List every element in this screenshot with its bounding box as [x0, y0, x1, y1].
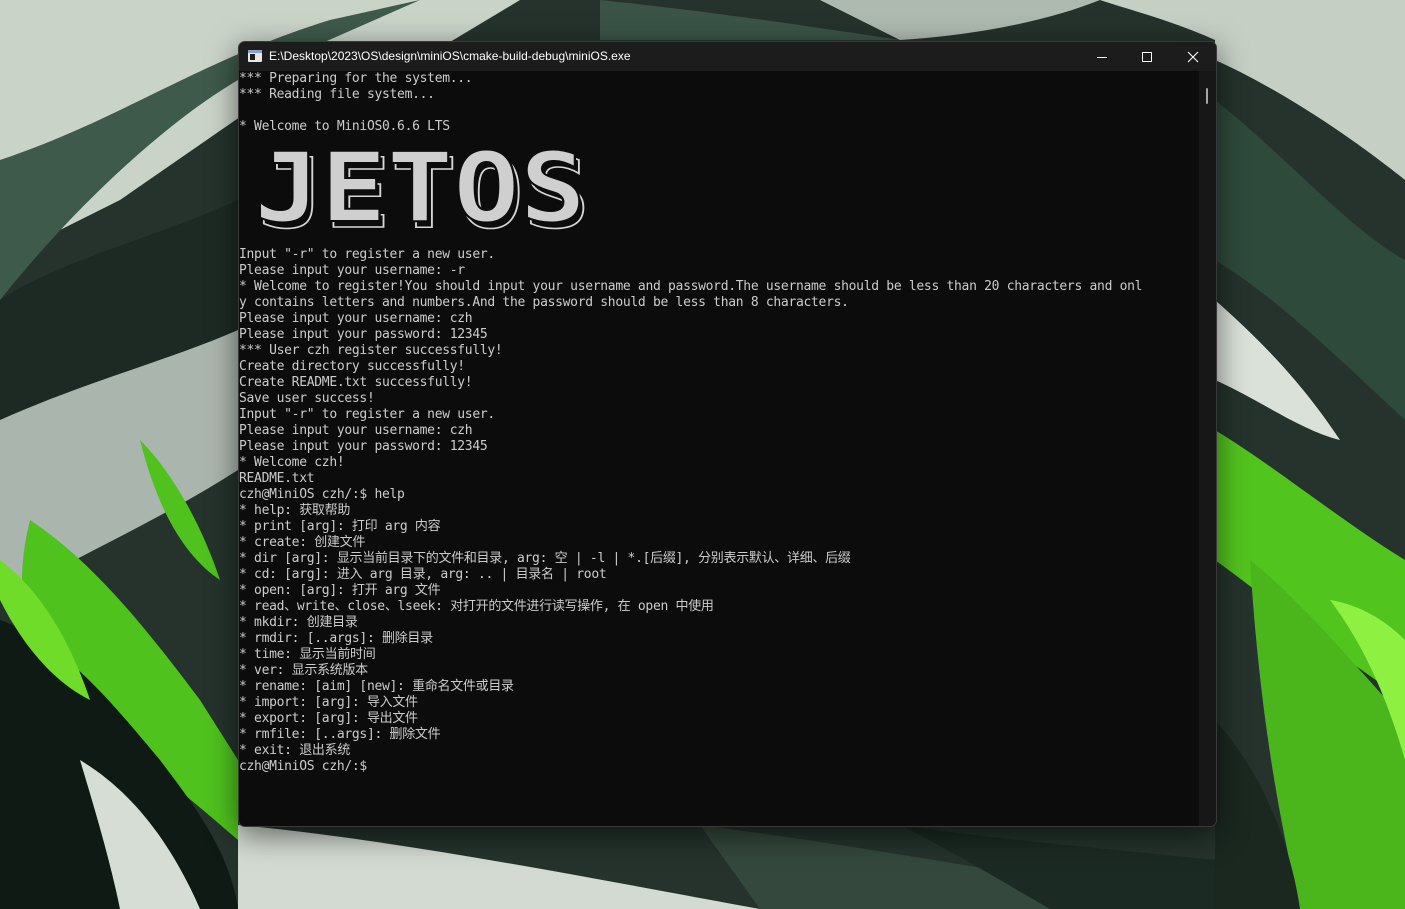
minimize-button[interactable]: [1079, 42, 1125, 71]
console-line: * ver: 显示系统版本: [239, 663, 368, 678]
console-line: * exit: 退出系统: [239, 743, 351, 758]
console-line: y contains letters and numbers.And the p…: [239, 295, 849, 310]
console-line: Please input your username: -r: [239, 263, 465, 278]
desktop: E:\Desktop\2023\OS\design\miniOS\cmake-b…: [0, 0, 1405, 909]
console-line: czh@MiniOS czh/:$ help: [239, 487, 405, 502]
console-line: * read、write、close、lseek: 对打开的文件进行读写操作, …: [239, 599, 714, 614]
console-line: * rmfile: [..args]: 删除文件: [239, 727, 441, 742]
console-line: Input "-r" to register a new user.: [239, 407, 495, 422]
console-line: * dir [arg]: 显示当前目录下的文件和目录, arg: 空 | -l …: [239, 551, 851, 566]
console-line: * Welcome to MiniOS0.6.6 LTS: [239, 119, 450, 134]
console-line: Create directory successfully!: [239, 359, 465, 374]
console-line: * help: 获取帮助: [239, 503, 351, 518]
console-session-lines: Input "-r" to register a new user. Please…: [239, 231, 1199, 775]
console-app-icon: [248, 50, 262, 62]
console-line: czh@MiniOS czh/:$: [239, 759, 367, 774]
console-line: Create README.txt successfully!: [239, 375, 473, 390]
window-title: E:\Desktop\2023\OS\design\miniOS\cmake-b…: [269, 49, 631, 63]
maximize-icon: [1142, 51, 1152, 62]
close-button[interactable]: [1170, 42, 1216, 71]
vertical-scrollbar[interactable]: [1199, 71, 1216, 826]
ascii-logo: JETOS JETOS: [254, 139, 591, 231]
console-line: * rename: [aim] [new]: 重命名文件或目录: [239, 679, 514, 694]
console-line: * time: 显示当前时间: [239, 647, 376, 662]
console-line: * import: [arg]: 导入文件: [239, 695, 418, 710]
console-line: Please input your username: czh: [239, 311, 473, 326]
console-line: * mkdir: 创建目录: [239, 615, 358, 630]
console-line: * cd: [arg]: 进入 arg 目录, arg: .. | 目录名 | …: [239, 567, 607, 582]
console-line: * rmdir: [..args]: 删除目录: [239, 631, 433, 646]
scrollbar-thumb[interactable]: [1206, 88, 1208, 104]
console-line: * print [arg]: 打印 arg 内容: [239, 519, 441, 534]
console-line: * create: 创建文件: [239, 535, 366, 550]
console-line: * Welcome to register!You should input y…: [239, 279, 1143, 294]
minimize-icon: [1097, 56, 1107, 58]
console-line: README.txt: [239, 471, 315, 486]
console-line: * export: [arg]: 导出文件: [239, 711, 418, 726]
console-line: Please input your username: czh: [239, 423, 473, 438]
console-line: Save user success!: [239, 391, 375, 406]
console-line: *** Reading file system...: [239, 87, 435, 102]
console-output[interactable]: *** Preparing for the system... *** Readi…: [239, 71, 1199, 826]
console-line: *** User czh register successfully!: [239, 343, 503, 358]
ascii-logo-text: JETOS: [254, 139, 586, 231]
console-line: *** Preparing for the system...: [239, 71, 473, 86]
console-line: * open: [arg]: 打开 arg 文件: [239, 583, 441, 598]
title-bar[interactable]: E:\Desktop\2023\OS\design\miniOS\cmake-b…: [239, 42, 1216, 71]
console-line: Please input your password: 12345: [239, 439, 488, 454]
console-header-lines: *** Preparing for the system... *** Readi…: [239, 71, 1199, 135]
console-window[interactable]: E:\Desktop\2023\OS\design\miniOS\cmake-b…: [238, 41, 1217, 827]
close-icon: [1187, 51, 1199, 62]
maximize-button[interactable]: [1124, 42, 1170, 71]
console-line: * Welcome czh!: [239, 455, 345, 470]
console-line: Please input your password: 12345: [239, 327, 488, 342]
console-line: Input "-r" to register a new user.: [239, 247, 495, 262]
